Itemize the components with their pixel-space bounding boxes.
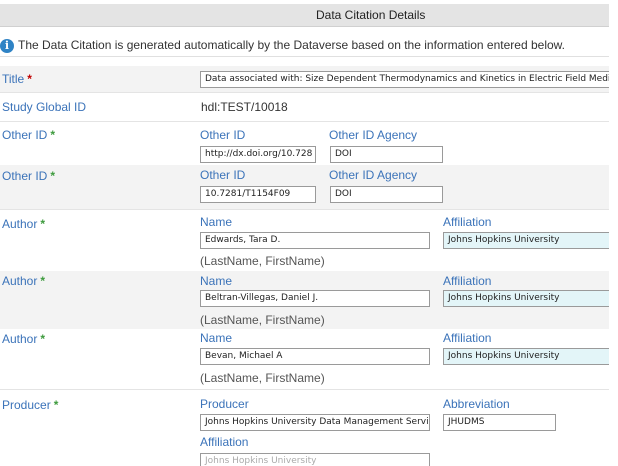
producer-affiliation-sublabel: Affiliation — [200, 435, 249, 449]
producer-abbreviation-sublabel: Abbreviation — [443, 397, 510, 411]
author-name-sublabel: Name — [200, 331, 233, 345]
other-id-sublabel: Other ID — [200, 128, 246, 142]
global-id-value: hdl:TEST/10018 — [201, 100, 288, 114]
author-label: Author * — [2, 274, 46, 288]
producer-sublabel: Producer — [200, 397, 249, 411]
required-marker: * — [53, 398, 59, 412]
title-input[interactable]: Data associated with: Size Dependent The… — [200, 71, 609, 88]
producer-label: Producer * — [2, 398, 59, 412]
author-name-hint: (LastName, FirstName) — [200, 313, 325, 327]
author-name-hint: (LastName, FirstName) — [200, 371, 325, 385]
global-id-label: Study Global ID — [2, 100, 87, 114]
other-id-input[interactable]: http://dx.doi.org/10.728 — [200, 146, 316, 163]
info-icon: i — [0, 39, 14, 53]
other-id-input[interactable]: 10.7281/T1154F09 — [200, 186, 316, 203]
other-id-row: Other ID * Other ID Other ID Agency 10.72… — [0, 165, 609, 210]
author-name-hint: (LastName, FirstName) — [200, 254, 325, 268]
section-header: Data Citation Details — [0, 4, 609, 27]
author-affiliation-sublabel: Affiliation — [443, 215, 492, 229]
author-affiliation-input[interactable]: Johns Hopkins University — [443, 348, 609, 365]
required-marker: * — [27, 72, 32, 86]
other-id-agency-sublabel: Other ID Agency — [329, 168, 418, 182]
author-row: Author * Name Affiliation Beltran-Villega… — [0, 271, 609, 329]
required-marker: * — [40, 332, 46, 346]
author-name-input[interactable]: Edwards, Tara D. — [200, 232, 430, 249]
required-marker: * — [40, 274, 46, 288]
producer-abbreviation-input[interactable]: JHUDMS — [443, 414, 556, 431]
required-marker: * — [50, 128, 56, 142]
author-name-sublabel: Name — [200, 274, 233, 288]
info-message: i The Data Citation is generated automat… — [0, 32, 609, 57]
section-title: Data Citation Details — [316, 8, 426, 22]
producer-row: Producer * Producer Abbreviation Johns Ho… — [0, 390, 609, 466]
author-name-sublabel: Name — [200, 215, 233, 229]
scroll-gutter — [609, 0, 618, 466]
required-marker: * — [50, 169, 56, 183]
other-id-row: Other ID * Other ID Other ID Agency http:… — [0, 122, 609, 164]
author-affiliation-sublabel: Affiliation — [443, 274, 492, 288]
author-affiliation-input[interactable]: Johns Hopkins University — [443, 290, 609, 307]
title-row: Title * Data associated with: Size Depend… — [0, 66, 609, 93]
author-label: Author * — [2, 332, 46, 346]
author-affiliation-input[interactable]: Johns Hopkins University — [443, 232, 609, 249]
author-label: Author * — [2, 217, 46, 231]
title-label: Title * — [2, 72, 32, 86]
author-name-input[interactable]: Beltran-Villegas, Daniel J. — [200, 290, 430, 307]
other-id-label: Other ID * — [2, 128, 56, 142]
producer-affiliation-input[interactable]: Johns Hopkins University — [200, 453, 430, 466]
global-id-row: Study Global ID hdl:TEST/10018 — [0, 93, 609, 122]
other-id-sublabel: Other ID — [200, 168, 246, 182]
other-id-agency-input[interactable]: DOI — [330, 146, 443, 163]
info-text: The Data Citation is generated automatic… — [18, 38, 565, 52]
author-row: Author * Name Affiliation Edwards, Tara D… — [0, 210, 609, 270]
other-id-agency-input[interactable]: DOI — [330, 186, 443, 203]
author-name-input[interactable]: Bevan, Michael A — [200, 348, 430, 365]
other-id-label: Other ID * — [2, 169, 56, 183]
author-affiliation-sublabel: Affiliation — [443, 331, 492, 345]
producer-input[interactable]: Johns Hopkins University Data Management… — [200, 414, 430, 431]
other-id-agency-sublabel: Other ID Agency — [329, 128, 418, 142]
required-marker: * — [40, 217, 46, 231]
author-row: Author * Name Affiliation Bevan, Michael … — [0, 330, 609, 390]
